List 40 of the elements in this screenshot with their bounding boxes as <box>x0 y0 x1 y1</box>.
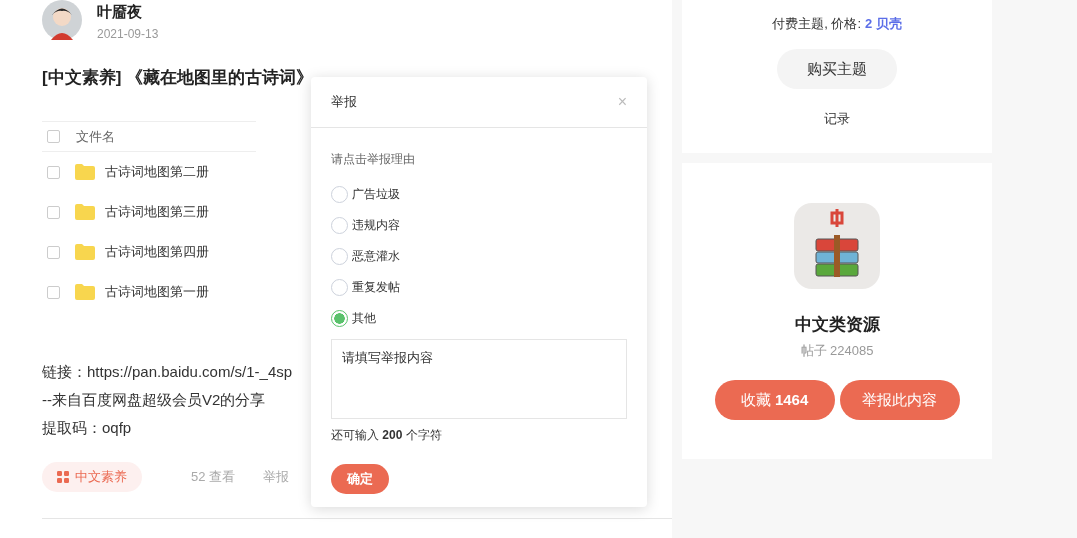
content-line: 链接：https://pan.baidu.com/s/1-_4sp <box>42 362 293 382</box>
checkbox[interactable] <box>47 165 60 179</box>
avatar-icon[interactable] <box>42 0 82 40</box>
reason-option[interactable]: 其他 <box>331 303 400 334</box>
books-icon[interactable] <box>794 203 880 289</box>
column-header: 文件名 <box>76 127 115 146</box>
records-link[interactable]: 记录 <box>824 110 850 128</box>
buy-button[interactable]: 购买主题 <box>777 49 897 89</box>
checkbox[interactable] <box>47 245 60 259</box>
dialog-prompt: 请点击举报理由 <box>331 151 415 168</box>
checkbox[interactable] <box>47 130 60 143</box>
file-name[interactable]: 古诗词地图第二册 <box>105 163 209 181</box>
file-name[interactable]: 古诗词地图第四册 <box>105 243 209 261</box>
forum-name: 中文类资源 <box>794 314 880 336</box>
char-counter: 还可输入 200 个字符 <box>331 427 442 444</box>
dialog-title: 举报 <box>331 93 357 111</box>
file-name[interactable]: 古诗词地图第三册 <box>105 203 209 221</box>
reason-option[interactable]: 恶意灌水 <box>331 241 400 272</box>
reason-option[interactable]: 重复发帖 <box>331 272 400 303</box>
folder-icon <box>75 204 95 220</box>
post-date: 2021-09-13 <box>97 27 159 41</box>
reason-option[interactable]: 广告垃圾 <box>331 179 400 210</box>
reason-option[interactable]: 违规内容 <box>331 210 400 241</box>
content-field[interactable]: 请填写举报内容 <box>331 339 627 419</box>
folder-icon <box>75 244 95 260</box>
folder-icon <box>75 164 95 180</box>
checkbox[interactable] <box>47 285 60 299</box>
post-count: 帖子 224085 <box>800 342 874 360</box>
price-label: 付费主题, 价格: <box>772 15 861 33</box>
author-name[interactable]: 叶靥夜 <box>97 3 159 21</box>
folder-icon <box>75 284 95 300</box>
content-line: 提取码：oqfp <box>42 418 132 438</box>
post-title: [中文素养] 《藏在地图里的古诗词》 <box>42 67 314 89</box>
price-value: 2 贝壳 <box>865 15 902 33</box>
radio-button[interactable] <box>331 310 348 327</box>
content-line: --来自百度网盘超级会员V2的分享 <box>42 390 266 410</box>
grid-icon <box>57 471 69 483</box>
checkbox[interactable] <box>47 205 60 219</box>
file-name[interactable]: 古诗词地图第一册 <box>105 283 209 301</box>
view-count: 52 查看 <box>191 468 236 486</box>
